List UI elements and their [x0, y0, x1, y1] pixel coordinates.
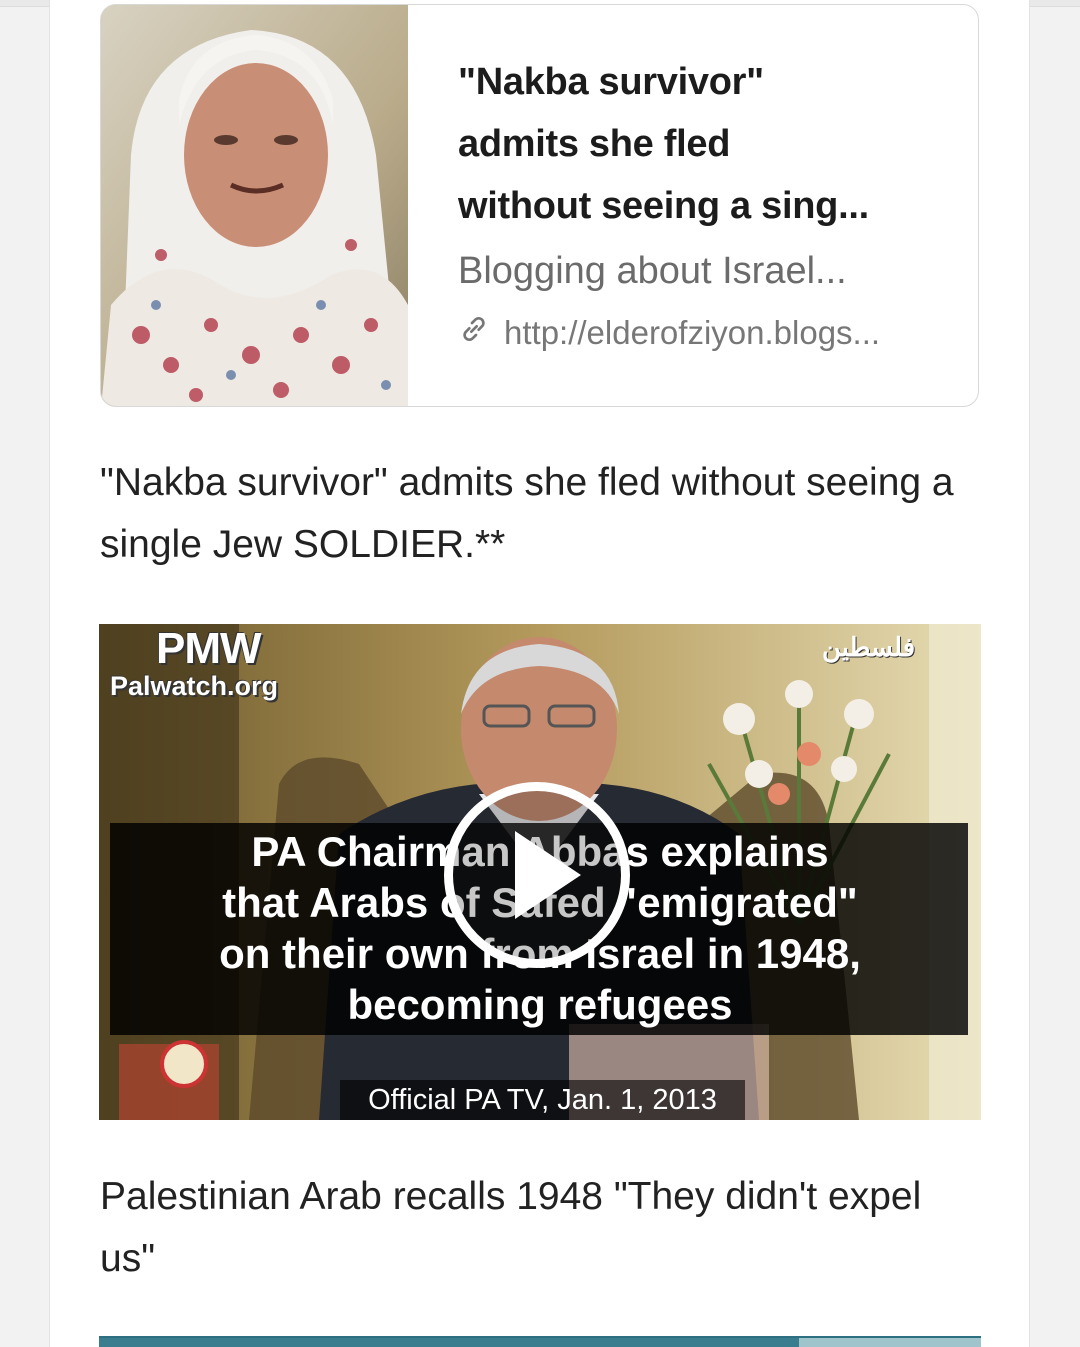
pmw-watermark: PMW Palwatch.org: [110, 624, 279, 701]
play-icon: [515, 831, 581, 919]
video-credit: Official PA TV, Jan. 1, 2013: [340, 1080, 745, 1120]
post-caption-2: Palestinian Arab recalls 1948 "They didn…: [100, 1175, 922, 1280]
link-preview-url: http://elderofziyon.blogs...: [458, 313, 938, 353]
portrait-photo: [101, 5, 408, 406]
link-icon: [458, 313, 490, 353]
post-caption-1: "Nakba survivor" admits she fled without…: [100, 461, 954, 566]
link-preview-thumbnail: [101, 5, 408, 406]
link-preview-card[interactable]: "Nakba survivor" admits she fled without…: [100, 4, 979, 407]
link-preview-title: "Nakba survivor" admits she fled without…: [458, 61, 869, 227]
channel-logo-arabic: فلسطين: [822, 632, 916, 662]
play-button[interactable]: [444, 782, 630, 968]
next-video-thumbnail[interactable]: [99, 1336, 981, 1347]
link-preview-site: Blogging about Israel...: [458, 250, 847, 292]
link-preview-text: "Nakba survivor" admits she fled without…: [458, 51, 938, 353]
